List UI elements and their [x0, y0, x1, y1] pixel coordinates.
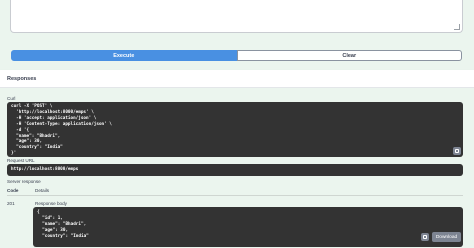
status-code: 201 — [7, 201, 15, 206]
download-button[interactable]: Download — [432, 232, 461, 242]
request-body-textarea[interactable] — [10, 0, 463, 33]
request-body-pane: Execute Clear — [0, 0, 474, 70]
request-url-label: Request URL — [7, 158, 35, 163]
execute-button[interactable]: Execute — [11, 50, 237, 61]
server-response-label: Server response — [7, 179, 41, 184]
curl-code-block: curl -X 'POST' \ 'http://localhost:8000/… — [7, 102, 463, 157]
execute-clear-group: Execute Clear — [11, 50, 462, 61]
request-url-value: http://localhost:8000/emps — [11, 167, 79, 172]
clear-button[interactable]: Clear — [236, 50, 462, 61]
response-body-label: Response body — [35, 201, 67, 206]
table-header-divider — [7, 195, 463, 196]
copy-icon[interactable] — [421, 233, 429, 241]
curl-label: Curl — [7, 96, 16, 101]
response-body-block: { "id": 1, "name": "Bhadri", "age": 30, … — [33, 207, 463, 247]
request-url-block: http://localhost:8000/emps — [7, 164, 463, 176]
responses-title: Responses — [7, 76, 37, 82]
responses-header: Responses — [0, 70, 474, 88]
details-column-header: Details — [35, 188, 50, 193]
curl-line: }' — [11, 151, 17, 157]
response-body-line: "country": "India" — [37, 233, 89, 239]
code-column-header: Code — [7, 188, 19, 193]
copy-icon[interactable] — [453, 147, 461, 155]
resize-grip-icon[interactable] — [454, 24, 460, 30]
